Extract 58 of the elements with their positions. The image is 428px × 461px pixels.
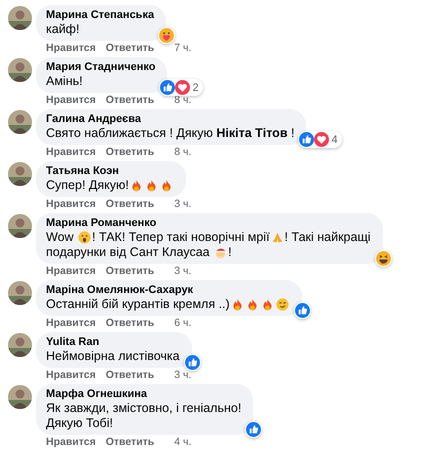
smiling-face-icon bbox=[276, 298, 289, 311]
surprised-face-icon bbox=[78, 231, 92, 244]
comment-text: ! Такі найкращі bbox=[284, 230, 371, 245]
timestamp: 3 ч. bbox=[174, 198, 192, 210]
like-link[interactable]: Нравится bbox=[46, 317, 96, 329]
comment-text: ! ТАК! Тепер такі новорічні мрії bbox=[92, 230, 270, 245]
fire-icon bbox=[130, 179, 143, 192]
fire-icon bbox=[230, 298, 244, 311]
comment-text: кайф! bbox=[46, 22, 80, 37]
reply-link[interactable]: Ответить bbox=[106, 94, 154, 106]
author-name: Марфа Огнешкина bbox=[46, 388, 148, 401]
like-link[interactable]: Нравится bbox=[46, 94, 96, 106]
reaction-count: 2 bbox=[191, 82, 200, 94]
reply-link[interactable]: Ответить bbox=[106, 265, 154, 277]
reply-link[interactable]: Ответить bbox=[106, 42, 154, 54]
comment-text: подарунки від Сант Клаусаа bbox=[46, 245, 211, 260]
like-link[interactable]: Нравится bbox=[46, 146, 96, 158]
fire-icon bbox=[246, 298, 259, 311]
like-link[interactable]: Нравится bbox=[46, 369, 96, 381]
author-name: Марина Степанська bbox=[46, 9, 154, 22]
santa-face-icon bbox=[214, 246, 228, 259]
like-link[interactable]: Нравится bbox=[46, 42, 96, 54]
timestamp: 3 ч. bbox=[174, 265, 192, 277]
reply-link[interactable]: Ответить bbox=[106, 436, 154, 448]
reply-link[interactable]: Ответить bbox=[106, 146, 154, 158]
author-name: Галина Андреєва bbox=[46, 113, 142, 126]
comment-text: Супер! Дякую! bbox=[46, 178, 129, 193]
timestamp: 6 ч. bbox=[174, 317, 192, 329]
author-name: Маріна Омелянюк-Сахарук bbox=[46, 284, 194, 297]
reply-link[interactable]: Ответить bbox=[106, 198, 154, 210]
timestamp: 7 ч. bbox=[174, 42, 192, 54]
comment-text: Wow bbox=[46, 230, 75, 245]
timestamp: 8 ч. bbox=[174, 94, 192, 106]
reaction-badge[interactable]: 4 bbox=[298, 131, 342, 148]
timestamp: 4 ч. bbox=[174, 436, 192, 448]
comment-text: Як завжди, змістовно, і геніально! bbox=[46, 401, 242, 416]
reaction-count: 4 bbox=[330, 134, 339, 146]
fire-icon bbox=[144, 179, 158, 192]
author-name: Мария Стадниченко bbox=[46, 61, 156, 74]
timestamp: 3 ч. bbox=[174, 369, 192, 381]
like-link[interactable]: Нравится bbox=[46, 436, 96, 448]
timestamp: 8 ч. bbox=[174, 146, 192, 158]
like-link[interactable]: Нравится bbox=[46, 198, 96, 210]
author-name: Татьяна Коэн bbox=[46, 165, 120, 178]
like-link[interactable]: Нравится bbox=[46, 265, 96, 277]
reaction-badge[interactable]: 2 bbox=[159, 79, 203, 96]
comment-text: ! bbox=[228, 245, 232, 260]
comment-text: Амінь! bbox=[46, 74, 83, 89]
reply-link[interactable]: Ответить bbox=[106, 317, 154, 329]
fire-icon bbox=[260, 298, 274, 311]
author-name: Yulita Ran bbox=[46, 336, 100, 349]
fire-icon bbox=[160, 179, 173, 192]
comment-text: Останній бій курантів кремля ..) bbox=[46, 297, 230, 312]
comment-text: Неймовірна листівочка bbox=[46, 349, 180, 364]
comment-text: Дякую Тобі! bbox=[46, 416, 113, 431]
comment-text: Свято наближається ! Дякую Нікіта Тітов ! bbox=[46, 126, 294, 141]
reply-link[interactable]: Ответить bbox=[106, 369, 154, 381]
author-name: Марина Романченко bbox=[46, 217, 158, 230]
